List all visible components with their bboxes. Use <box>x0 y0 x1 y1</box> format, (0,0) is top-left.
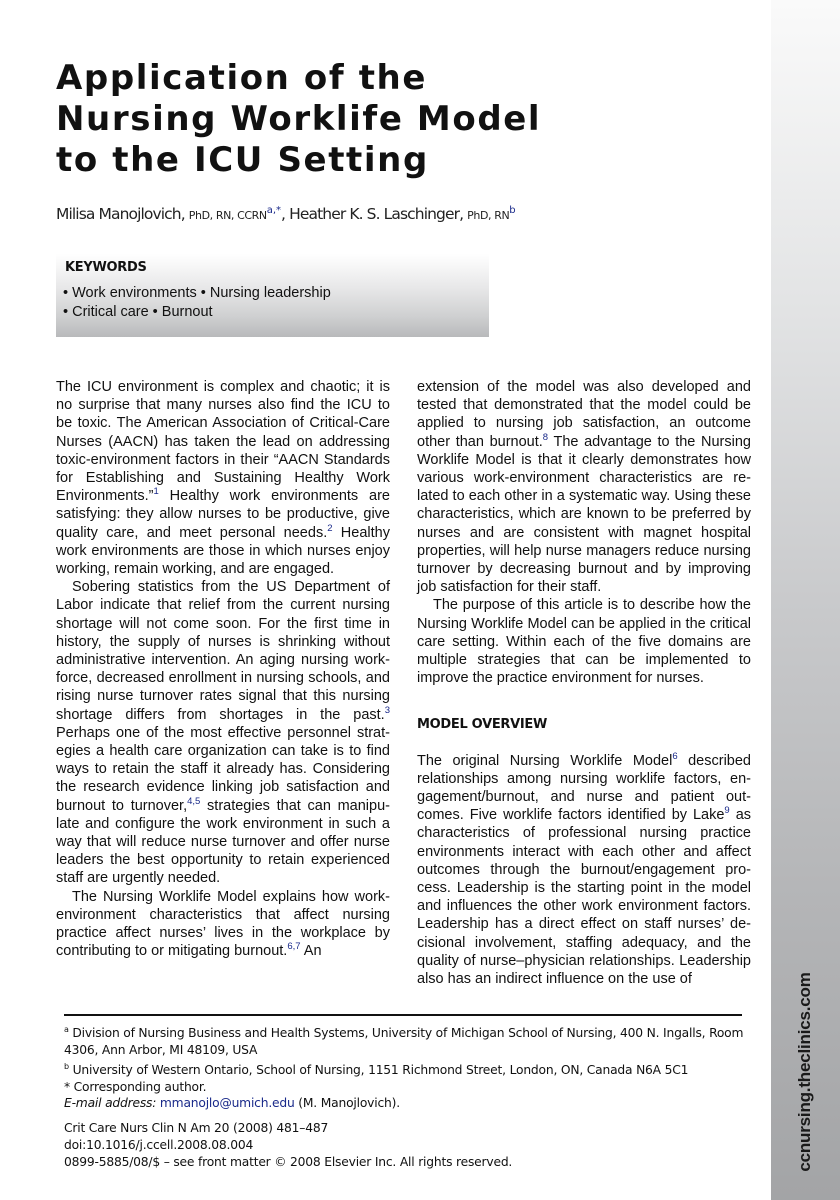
footnote-affiliation-a: a Division of Nursing Business and Healt… <box>64 1022 754 1059</box>
text: The advantage to the Nursing Worklife Mo… <box>417 433 751 596</box>
email-link[interactable]: mmanojlo@umich.edu <box>160 1096 295 1110</box>
paragraph: Sobering statistics from the US Departme… <box>56 578 390 887</box>
journal-citation: Crit Care Nurs Clin N Am 20 (2008) 481–4… <box>64 1121 329 1135</box>
affiliation-mark[interactable]: b <box>509 205 515 216</box>
body-column-right: extension of the model was also develope… <box>417 378 751 988</box>
author-name: , Heather K. S. Laschinger, <box>281 205 464 224</box>
paragraph: extension of the model was also develope… <box>417 378 751 596</box>
author-name: Milisa Manojlovich, <box>56 205 186 224</box>
title-line: to the ICU Setting <box>56 140 429 180</box>
text: An <box>300 943 322 960</box>
text: Sobering statistics from the US Departme… <box>56 579 390 723</box>
footnote-email: E-mail address: mmanojlo@umich.edu (M. M… <box>64 1095 754 1112</box>
paragraph: The ICU environment is complex and chaot… <box>56 378 390 578</box>
author-degrees: PhD, RN <box>467 209 510 223</box>
footnote-divider <box>64 1014 742 1016</box>
doi[interactable]: doi:10.1016/j.ccell.2008.08.004 <box>64 1137 512 1154</box>
reference-link[interactable]: 4,5 <box>187 796 200 807</box>
section-heading: MODEL OVERVIEW <box>417 717 548 733</box>
keywords-heading: KEYWORDS <box>65 260 147 275</box>
text: Division of Nursing Business and Health … <box>64 1026 744 1057</box>
author-degrees: PhD, RN, CCRN <box>188 209 267 223</box>
keywords-box: KEYWORDS • Work environments • Nursing l… <box>56 254 489 337</box>
text: The ICU environment is complex and chaot… <box>56 379 390 505</box>
text: (M. Manojlovich). <box>294 1096 400 1111</box>
paragraph: The Nursing Worklife Model explains how … <box>56 888 390 961</box>
keywords-line: • Critical care • Burnout <box>63 304 213 320</box>
affiliation-mark[interactable]: a,* <box>267 205 281 216</box>
email-label: E-mail address: <box>64 1096 157 1111</box>
article-title: Application of the Nursing Worklife Mode… <box>56 58 576 181</box>
paragraph: The purpose of this article is to descri… <box>417 597 751 687</box>
title-line: Application of the <box>56 58 428 98</box>
text: The original Nursing Worklife Model <box>417 752 673 769</box>
text: University of Western Ontario, School of… <box>68 1062 689 1077</box>
journal-url[interactable]: ccnursing.theclinics.com <box>795 972 815 1171</box>
text: The Nursing Worklife Model explains how … <box>56 888 390 960</box>
text: as characteristics of professional nursi… <box>417 807 752 988</box>
copyright: 0899-5885/08/$ – see front matter © 2008… <box>64 1155 513 1169</box>
paragraph: The original Nursing Worklife Model6 des… <box>417 752 751 989</box>
footnote-affiliation-b: b University of Western Ontario, School … <box>64 1059 754 1079</box>
keywords-line: • Work environments • Nursing leadership <box>63 285 331 301</box>
title-line: Nursing Worklife Model <box>56 99 542 139</box>
reference-link[interactable]: 3 <box>385 705 390 716</box>
citation-block: Crit Care Nurs Clin N Am 20 (2008) 481–4… <box>64 1120 512 1171</box>
body-column-left: The ICU environment is complex and chaot… <box>56 378 390 961</box>
reference-link[interactable]: 6,7 <box>287 941 300 952</box>
footnotes: a Division of Nursing Business and Healt… <box>64 1022 754 1112</box>
author-list: Milisa Manojlovich, PhD, RN, CCRNa,*, He… <box>56 205 516 223</box>
footnote-corresponding: * Corresponding author. <box>64 1079 207 1094</box>
